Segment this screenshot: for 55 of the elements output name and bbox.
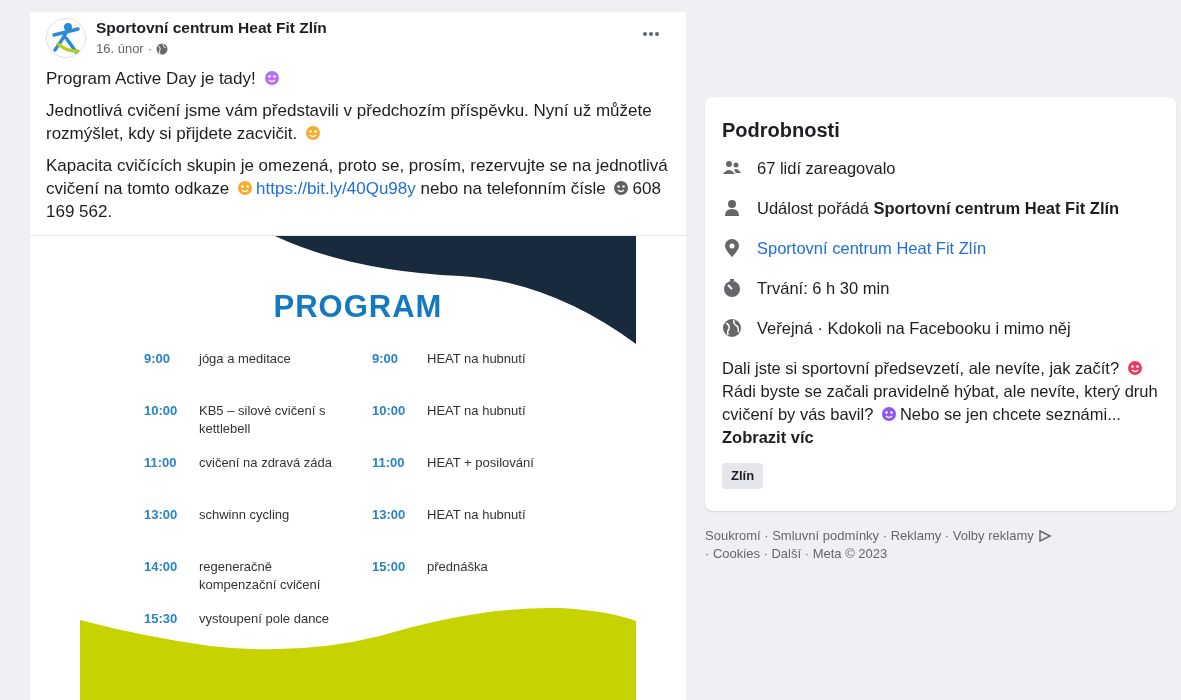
more-options-icon[interactable] (642, 31, 660, 37)
post-text: Program Active Day je tady! (46, 66, 670, 90)
ad-choices-icon[interactable] (1037, 529, 1052, 542)
link[interactable]: https://bit.ly/40Qu98y (256, 178, 416, 198)
schedule-activity: přednáška (427, 558, 489, 576)
globe-icon (722, 318, 742, 338)
event-description: Dali jste si sportovní předsevzetí, ale nevíte, jak začít? Rádi byste se začali pravidelně hýbat, ale nevíte, který druh cvičení by vás bavil? Nebo se jen chcete seznámi... Zobrazit víc (722, 358, 1159, 448)
schedule-time: 11:00 (372, 454, 406, 472)
flyer-title: PROGRAM (273, 287, 443, 326)
schedule-time: 15:00 (372, 558, 407, 576)
emoji-icon (263, 69, 280, 86)
schedule-time: 10:00 (372, 402, 407, 420)
schedule-activity: HEAT na hubnutí (427, 402, 527, 420)
details-title: Podrobnosti (722, 118, 841, 143)
schedule-time: 13:00 (144, 506, 179, 524)
schedule-activity: HEAT + posilování (427, 454, 535, 472)
schedule-activity: KB5 – silové cvičení s kettlebell (199, 402, 327, 438)
stopwatch-icon (722, 278, 742, 298)
footer-links[interactable]: Soukromí · Smluvní podmínky · Reklamy · Volby reklamy (705, 526, 1034, 545)
page-name[interactable]: Sportovní centrum Heat Fit Zlín (96, 17, 327, 39)
schedule-activity: jóga a meditace (199, 350, 292, 368)
schedule-activity: regeneračně kompenzační cvičení (199, 558, 322, 594)
post-date[interactable]: 16. únor (96, 39, 144, 59)
emoji-icon (613, 179, 630, 196)
schedule-activity: HEAT na hubnutí (427, 506, 527, 524)
schedule-time: 9:00 (372, 350, 400, 368)
post-text: Jednotlivá cvičení jsme vám představili v předchozím příspěvku. Nyní už můžete rozmýšlet, kdy si přijdete zacvičit. (46, 99, 653, 145)
schedule-activity: cvičení na zdravá záda (199, 454, 333, 472)
schedule-activity: schwinn cycling (199, 506, 291, 524)
emoji-icon (1126, 360, 1143, 376)
post-text: Kapacita cvičících skupin je omezená, proto se, prosím, rezervujte se na jednotlivá cvičení na tomto odkaze https://bit.ly/40Qu98y nebo na telefonním čísle 608 169 562. (46, 154, 669, 223)
detail-text: Trvání: 6 h 30 min (757, 278, 890, 299)
location-link[interactable]: Sportovní centrum Heat Fit Zlín (757, 237, 987, 259)
avatar-logo-icon[interactable] (46, 18, 86, 58)
schedule-activity: HEAT na hubnutí (427, 350, 527, 368)
link[interactable]: Zobrazit víc (722, 428, 814, 446)
schedule-time: 11:00 (144, 454, 178, 472)
schedule-time: 15:30 (144, 610, 179, 628)
schedule-time: 9:00 (144, 350, 172, 368)
detail-text: Veřejná · Kdokoli na Facebooku i mimo něj (757, 318, 1071, 339)
location-pin-icon (722, 238, 742, 258)
detail-text: 67 lidí zareagovalo (757, 158, 896, 179)
schedule-activity: vystoupení pole dance (199, 610, 331, 628)
schedule-time: 14:00 (144, 558, 179, 576)
emoji-icon (237, 179, 254, 196)
globe-icon (156, 42, 169, 55)
person-icon (722, 198, 742, 218)
schedule-time: 13:00 (372, 506, 407, 524)
separator: · (147, 40, 153, 58)
location-tag[interactable]: Zlín (722, 463, 764, 489)
emoji-icon (880, 406, 897, 422)
detail-text: Událost pořádá Sportovní centrum Heat Fit Zlín (757, 198, 1120, 219)
footer-links[interactable]: · Cookies · Další · Meta © 2023 (705, 544, 888, 563)
schedule-time: 10:00 (144, 402, 179, 420)
emoji-icon (305, 124, 322, 141)
